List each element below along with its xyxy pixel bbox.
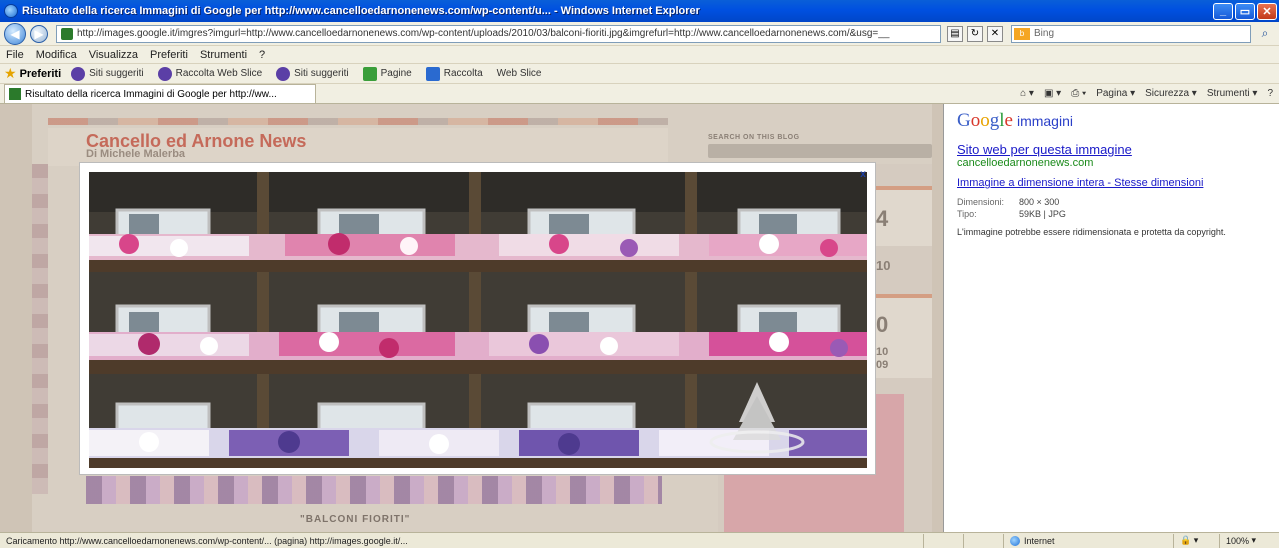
maximize-button[interactable]: ▭ [1235, 2, 1255, 20]
favorite-item[interactable]: Web Slice [497, 68, 542, 79]
pages-icon [362, 66, 377, 81]
blog-date-number: 10 [876, 346, 889, 358]
blog-frame: Cancello ed Arnone News Di Michele Maler… [0, 104, 944, 532]
suggested-sites-icon [71, 66, 86, 81]
favorite-item[interactable]: Raccolta Web Slice [157, 66, 262, 81]
menu-tools[interactable]: Strumenti [200, 49, 247, 61]
metadata-value: 59KB | JPG [1019, 209, 1066, 219]
suggested-sites-icon [276, 66, 291, 81]
blog-date-number: 09 [876, 359, 889, 371]
metadata-row: Tipo: 59KB | JPG [957, 209, 1279, 219]
metadata-value: 800 × 300 [1019, 197, 1060, 207]
print-icon[interactable]: ⎙ ▾ [1071, 88, 1086, 99]
window-titlebar: Risultato della ricerca Immagini di Goog… [0, 0, 1279, 22]
ie-icon [4, 4, 18, 18]
tab-google-images[interactable]: Risultato della ricerca Immagini di Goog… [4, 84, 316, 103]
back-arrow-icon[interactable]: ◀ [4, 22, 26, 45]
menu-edit[interactable]: Modifica [36, 49, 77, 61]
globe-icon [1010, 535, 1020, 546]
address-toolbar: ◀ ▶ http://images.google.it/imgres?imgur… [0, 22, 1279, 46]
blog-search-label: SEARCH ON THIS BLOG [708, 134, 800, 141]
menu-bar: File Modifica Visualizza Preferiti Strum… [0, 46, 1279, 64]
star-icon[interactable]: ★ [4, 65, 17, 82]
command-help[interactable]: ? [1267, 88, 1273, 99]
command-tools[interactable]: Strumenti ▾ [1207, 88, 1258, 99]
tab-label: Risultato della ricerca Immagini di Goog… [25, 88, 277, 100]
image-metadata: Dimensioni: 800 × 300 Tipo: 59KB | JPG [957, 197, 1279, 219]
blog-date-number: 10 [876, 258, 891, 273]
favorites-button[interactable]: Preferiti [20, 68, 62, 80]
favorite-item[interactable]: Siti suggeriti [71, 66, 144, 81]
blog-subtitle: Di Michele Malerba [86, 148, 186, 160]
status-text: Caricamento http://www.cancelloedarnonen… [6, 535, 408, 546]
minimize-button[interactable]: _ [1213, 2, 1233, 20]
home-icon[interactable]: ⌂ ▾ [1020, 88, 1034, 99]
site-domain: cancelloedarnonenews.com [957, 157, 1094, 169]
stop-icon[interactable]: ✕ [987, 25, 1003, 42]
zoom-control[interactable]: 100% ▾ [1219, 533, 1279, 548]
menu-file[interactable]: File [6, 49, 24, 61]
favorite-item[interactable]: Siti suggeriti [276, 66, 349, 81]
close-lightbox-button[interactable]: x [857, 169, 869, 181]
bing-icon: b [1014, 27, 1030, 40]
blog-left-strip [32, 164, 48, 494]
address-bar[interactable]: http://images.google.it/imgres?imgurl=ht… [56, 24, 941, 43]
favorite-item[interactable]: Pagine [362, 66, 412, 81]
address-tools: ▤ ↻ ✕ [945, 25, 1005, 42]
zoom-level: 100% [1226, 535, 1250, 546]
blog-header-stripe [48, 118, 668, 125]
command-security[interactable]: Sicurezza ▾ [1145, 88, 1197, 99]
image-lightbox: x [79, 162, 876, 475]
close-window-button[interactable]: ✕ [1257, 2, 1277, 20]
metadata-row: Dimensioni: 800 × 300 [957, 197, 1279, 207]
full-size-image-link[interactable]: Immagine a dimensione intera - Stesse di… [957, 177, 1279, 189]
refresh-icon[interactable]: ↻ [967, 25, 983, 42]
blog-search-input[interactable] [708, 144, 932, 158]
status-cell [923, 533, 963, 548]
command-page[interactable]: Pagina ▾ [1096, 88, 1135, 99]
feeds-icon[interactable]: ▣ ▾ [1044, 88, 1061, 99]
search-icon[interactable]: ⌕ [1255, 25, 1275, 43]
tab-row: Risultato della ricerca Immagini di Goog… [0, 84, 1279, 104]
web-slice-icon [157, 66, 172, 81]
metadata-key: Tipo: [957, 209, 977, 219]
menu-favorites[interactable]: Preferiti [150, 49, 188, 61]
balconies-photo[interactable] [89, 172, 867, 468]
forward-arrow-icon[interactable]: ▶ [30, 24, 48, 43]
page-content: Cancello ed Arnone News Di Michele Maler… [0, 104, 1279, 532]
menu-help[interactable]: ? [259, 49, 265, 61]
security-zone[interactable]: Internet [1003, 533, 1173, 548]
metadata-key: Dimensioni: [957, 197, 1005, 207]
page-icon [61, 27, 73, 40]
compatibility-icon[interactable]: ▤ [947, 25, 963, 42]
protected-mode-icon[interactable]: 🔒 ▾ [1173, 533, 1219, 548]
search-placeholder: Bing [1034, 28, 1055, 39]
google-images-panel: Google immagini Sito web per questa immag… [945, 104, 1279, 532]
zone-label: Internet [1024, 535, 1055, 546]
blog-caption: "BALCONI FIORITI" [300, 514, 411, 525]
status-cell [963, 533, 1003, 548]
gallery-icon [425, 66, 440, 81]
copyright-note: L'immagine potrebbe essere ridimensionat… [957, 227, 1226, 237]
google-images-logo[interactable]: Google immagini [957, 110, 1279, 132]
status-bar: Caricamento http://www.cancelloedarnonen… [0, 532, 1279, 548]
site-link[interactable]: Sito web per questa immagine [957, 142, 1279, 157]
google-favicon-icon [9, 88, 21, 100]
favorite-item[interactable]: Raccolta [425, 66, 483, 81]
search-input[interactable]: b Bing [1011, 24, 1251, 43]
favorites-bar: ★ Preferiti Siti suggeriti Raccolta Web … [0, 64, 1279, 84]
address-url[interactable]: http://images.google.it/imgres?imgurl=ht… [77, 28, 940, 39]
window-title: Risultato della ricerca Immagini di Goog… [22, 5, 700, 17]
menu-view[interactable]: Visualizza [89, 49, 138, 61]
blog-date-number: 0 [876, 312, 889, 337]
command-bar: ⌂ ▾ ▣ ▾ ⎙ ▾ Pagina ▾ Sicurezza ▾ Strumen… [1010, 84, 1279, 103]
blog-date-number: 4 [876, 206, 889, 231]
blog-image-strip [86, 476, 662, 504]
